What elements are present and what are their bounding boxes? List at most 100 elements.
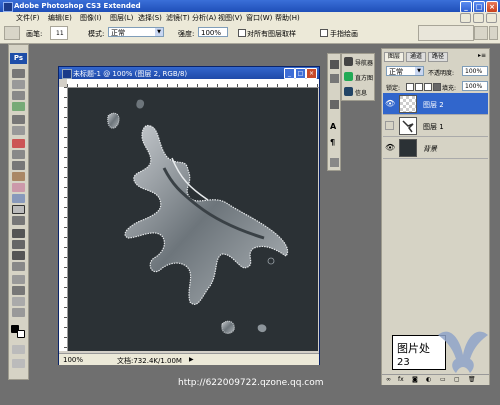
- tool-presets-icon[interactable]: [330, 100, 339, 109]
- doc-minimize-button[interactable]: [460, 13, 471, 23]
- marquee-tool-icon[interactable]: [12, 80, 25, 89]
- smudge-tool-icon[interactable]: [12, 205, 25, 214]
- menu-analysis[interactable]: 分析(A): [192, 13, 216, 23]
- move-tool-icon[interactable]: [12, 69, 25, 78]
- zoom-level[interactable]: 100%: [63, 356, 83, 364]
- quick-mask-icon[interactable]: [12, 345, 25, 354]
- image-canvas[interactable]: [68, 88, 318, 351]
- palette-well-icon[interactable]: [474, 26, 488, 40]
- brush-tool-icon[interactable]: [12, 150, 25, 159]
- fill-label: 填充:: [442, 85, 457, 92]
- layer-row-1[interactable]: 图层 1: [383, 115, 488, 137]
- info-icon: [344, 87, 353, 96]
- nav-item-info[interactable]: 信息: [342, 85, 376, 99]
- layer-row-2[interactable]: 👁 图层 2: [383, 93, 488, 115]
- fill-value: 100%: [465, 83, 483, 90]
- menu-image[interactable]: 图像(I): [80, 13, 102, 23]
- panel-menu-icon[interactable]: ▸≡: [478, 52, 486, 59]
- hand-tool-icon[interactable]: [12, 297, 25, 306]
- menu-filter[interactable]: 滤镜(T): [166, 13, 190, 23]
- type-tool-icon[interactable]: [12, 240, 25, 249]
- brush-picker[interactable]: 11: [50, 26, 68, 40]
- layer-name[interactable]: 图层 1: [423, 122, 444, 132]
- tab-channels[interactable]: 通道: [406, 52, 427, 62]
- layer-name[interactable]: 背景: [423, 144, 437, 154]
- status-menu-arrow-icon[interactable]: ▶: [189, 356, 194, 363]
- layer-row-background[interactable]: 👁 背景: [383, 137, 488, 159]
- lasso-tool-icon[interactable]: [12, 91, 25, 100]
- finger-painting-checkbox[interactable]: [320, 29, 328, 37]
- doc-close-button[interactable]: [486, 13, 497, 23]
- all-layers-checkbox[interactable]: [238, 29, 246, 37]
- crop-tool-icon[interactable]: [12, 115, 25, 124]
- lock-transparency-icon[interactable]: [406, 83, 414, 91]
- nav-item-label: 导航器: [355, 60, 374, 67]
- nav-item-navigator[interactable]: 导航器: [342, 55, 376, 69]
- eyedropper-tool-icon[interactable]: [12, 286, 25, 295]
- mode-select[interactable]: 正常 ▼: [108, 27, 164, 37]
- workspace-area: [418, 25, 474, 41]
- tab-paths[interactable]: 路径: [428, 52, 449, 62]
- eye-icon-hidden[interactable]: [385, 121, 394, 130]
- notes-tool-icon[interactable]: [12, 275, 25, 284]
- document-minimize-button[interactable]: _: [284, 68, 295, 79]
- layer-comps-icon[interactable]: [330, 158, 339, 167]
- lock-image-icon[interactable]: [415, 83, 423, 91]
- horizontal-ruler[interactable]: [67, 79, 319, 88]
- history-brush-tool-icon[interactable]: [12, 172, 25, 181]
- smudge-tool-preset-icon[interactable]: [4, 26, 20, 40]
- eye-icon[interactable]: 👁: [385, 99, 395, 108]
- dodge-tool-icon[interactable]: [12, 216, 25, 225]
- document-maximize-button[interactable]: □: [295, 68, 306, 79]
- screen-mode-icon[interactable]: [12, 359, 25, 368]
- vertical-ruler[interactable]: [59, 87, 68, 351]
- opacity-input[interactable]: 100%: [462, 66, 488, 76]
- tab-layers[interactable]: 图层: [384, 52, 405, 62]
- fill-input[interactable]: 100%: [462, 81, 488, 91]
- paragraph-panel-icon[interactable]: ¶: [330, 138, 335, 147]
- zoom-tool-icon[interactable]: [12, 308, 25, 317]
- menu-window[interactable]: 窗口(W): [246, 13, 272, 23]
- history-panel-icon[interactable]: [330, 60, 339, 69]
- menu-select[interactable]: 选择(S): [138, 13, 162, 23]
- layer-style-icon[interactable]: fx: [398, 376, 404, 383]
- gradient-tool-icon[interactable]: [12, 194, 25, 203]
- eraser-tool-icon[interactable]: [12, 183, 25, 192]
- shape-tool-icon[interactable]: [12, 262, 25, 271]
- document-title: 未标题-1 @ 100% (图层 2, RGB/8): [73, 70, 188, 78]
- path-selection-tool-icon[interactable]: [12, 251, 25, 260]
- strength-label: 强度:: [178, 30, 195, 38]
- lock-position-icon[interactable]: [424, 83, 432, 91]
- nav-item-histogram[interactable]: 直方图: [342, 70, 376, 84]
- workspace-menu-icon[interactable]: [489, 26, 498, 40]
- document-window: 未标题-1 @ 100% (图层 2, RGB/8) _ □ × 100% 文档…: [58, 66, 320, 365]
- pen-tool-icon[interactable]: [12, 229, 25, 238]
- document-close-button[interactable]: ×: [306, 68, 317, 79]
- slice-tool-icon[interactable]: [12, 126, 25, 135]
- document-title-bar[interactable]: 未标题-1 @ 100% (图层 2, RGB/8) _ □ ×: [59, 67, 319, 79]
- all-layers-label: 对所有图层取样: [247, 30, 296, 38]
- layer-mask-icon[interactable]: ◙: [412, 376, 418, 383]
- menu-view[interactable]: 视图(V): [218, 13, 242, 23]
- blend-mode-select[interactable]: 正常 ▼: [386, 66, 424, 76]
- layer-name[interactable]: 图层 2: [423, 100, 444, 110]
- doc-restore-button[interactable]: [473, 13, 484, 23]
- actions-panel-icon[interactable]: [330, 74, 339, 83]
- background-color-swatch[interactable]: [17, 330, 25, 338]
- eye-icon[interactable]: 👁: [385, 143, 395, 152]
- clone-stamp-tool-icon[interactable]: [12, 161, 25, 170]
- menu-help[interactable]: 帮助(H): [275, 13, 300, 23]
- magic-wand-tool-icon[interactable]: [12, 102, 25, 111]
- menu-layer[interactable]: 图层(L): [110, 13, 133, 23]
- brush-label: 画笔:: [26, 30, 43, 38]
- menu-edit[interactable]: 编辑(E): [48, 13, 72, 23]
- menu-file[interactable]: 文件(F): [16, 13, 40, 23]
- document-size-info[interactable]: 文档:732.4K/1.00M: [117, 356, 182, 366]
- healing-brush-tool-icon[interactable]: [12, 139, 25, 148]
- document-icon: [62, 69, 72, 79]
- lock-all-icon[interactable]: [433, 83, 441, 91]
- navigator-panel-group: 导航器 直方图 信息: [341, 53, 375, 101]
- strength-input[interactable]: 100%: [198, 27, 228, 37]
- character-panel-icon[interactable]: A: [330, 122, 336, 131]
- link-layers-icon[interactable]: ∞: [386, 376, 391, 383]
